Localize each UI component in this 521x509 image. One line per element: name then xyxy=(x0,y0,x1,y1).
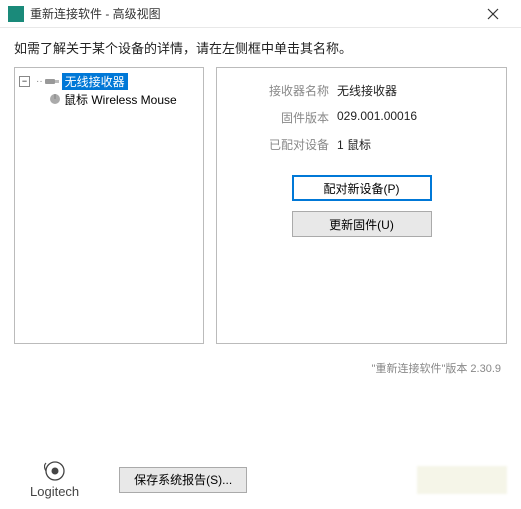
mouse-icon xyxy=(47,93,61,105)
detail-value: 029.001.00016 xyxy=(337,109,417,126)
detail-row: 固件版本 029.001.00016 xyxy=(229,109,494,126)
close-button[interactable] xyxy=(473,0,513,28)
receiver-icon xyxy=(45,76,59,87)
titlebar: 重新连接软件 - 高级视图 xyxy=(0,0,521,28)
detail-panel: 接收器名称 无线接收器 固件版本 029.001.00016 已配对设备 1 鼠… xyxy=(216,67,507,344)
main-area: − ·· 无线接收器 鼠标 Wireless Mouse 接收器名称 无线接收器… xyxy=(0,67,521,344)
pair-device-button[interactable]: 配对新设备(P) xyxy=(292,175,432,201)
logitech-logo: Logitech xyxy=(30,460,79,499)
app-icon xyxy=(8,6,24,22)
detail-value: 1 鼠标 xyxy=(337,136,371,153)
detail-row: 已配对设备 1 鼠标 xyxy=(229,136,494,153)
detail-label: 接收器名称 xyxy=(229,82,329,99)
collapse-icon[interactable]: − xyxy=(19,76,30,87)
version-text: "重新连接软件"版本 2.30.9 xyxy=(0,344,521,376)
detail-label: 固件版本 xyxy=(229,109,329,126)
footer-right-blur xyxy=(417,466,507,494)
tree-root-row[interactable]: − ·· 无线接收器 xyxy=(19,72,199,90)
logo-icon xyxy=(44,460,66,482)
save-report-button[interactable]: 保存系统报告(S)... xyxy=(119,467,247,493)
tree-root-label: 无线接收器 xyxy=(62,73,128,90)
tree-child-label: 鼠标 Wireless Mouse xyxy=(64,91,177,108)
update-firmware-button[interactable]: 更新固件(U) xyxy=(292,211,432,237)
tree-child-row[interactable]: 鼠标 Wireless Mouse xyxy=(19,90,199,108)
detail-row: 接收器名称 无线接收器 xyxy=(229,82,494,99)
close-icon xyxy=(487,8,499,20)
logo-text: Logitech xyxy=(30,484,79,499)
detail-label: 已配对设备 xyxy=(229,136,329,153)
footer: Logitech 保存系统报告(S)... xyxy=(0,460,521,499)
device-tree: − ·· 无线接收器 鼠标 Wireless Mouse xyxy=(14,67,204,344)
detail-value: 无线接收器 xyxy=(337,82,397,99)
button-area: 配对新设备(P) 更新固件(U) xyxy=(229,175,494,237)
window-title: 重新连接软件 - 高级视图 xyxy=(30,5,473,22)
instruction-text: 如需了解关于某个设备的详情，请在左侧框中单击其名称。 xyxy=(0,28,521,67)
tree-connector: ·· xyxy=(36,76,43,87)
